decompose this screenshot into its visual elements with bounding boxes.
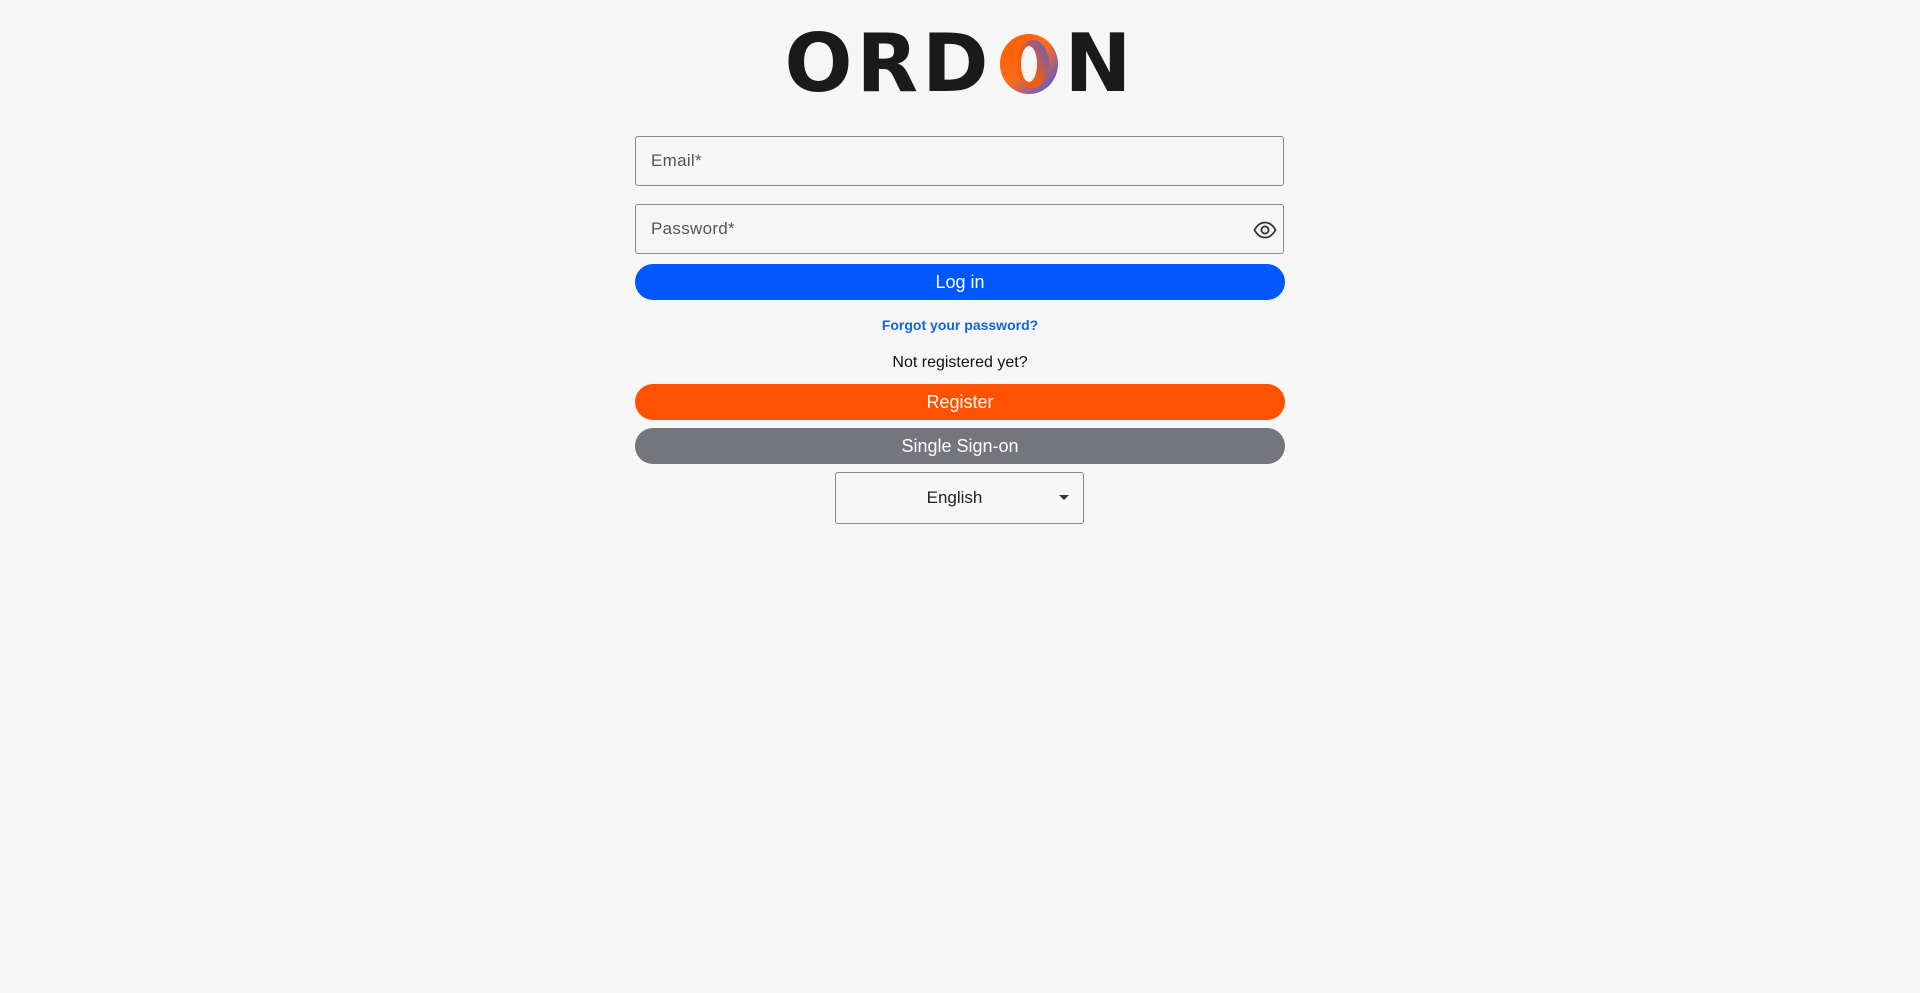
show-password-eye-icon[interactable] bbox=[1253, 218, 1277, 242]
register-button[interactable]: Register bbox=[635, 384, 1285, 420]
password-field[interactable] bbox=[635, 204, 1284, 254]
logo-wordmark: ORD N bbox=[785, 24, 1136, 104]
forgot-password-link[interactable]: Forgot your password? bbox=[635, 317, 1285, 333]
login-page: ORD N Email* Log in Forgot your password… bbox=[0, 0, 1920, 993]
language-select[interactable]: English bbox=[835, 472, 1084, 524]
language-selected-value: English bbox=[926, 488, 983, 507]
not-registered-text: Not registered yet? bbox=[892, 354, 1028, 371]
logo-text-right: N bbox=[1064, 17, 1136, 110]
chevron-down-icon bbox=[1059, 495, 1069, 500]
ordon-logo: ORD N bbox=[785, 24, 1132, 104]
login-button[interactable]: Log in bbox=[635, 264, 1285, 300]
email-input[interactable] bbox=[636, 137, 1283, 185]
email-field[interactable] bbox=[635, 136, 1284, 186]
logo-o-icon bbox=[999, 34, 1058, 94]
logo-text-left: ORD bbox=[784, 17, 993, 110]
password-input[interactable] bbox=[636, 205, 1283, 253]
single-sign-on-button[interactable]: Single Sign-on bbox=[635, 428, 1285, 464]
